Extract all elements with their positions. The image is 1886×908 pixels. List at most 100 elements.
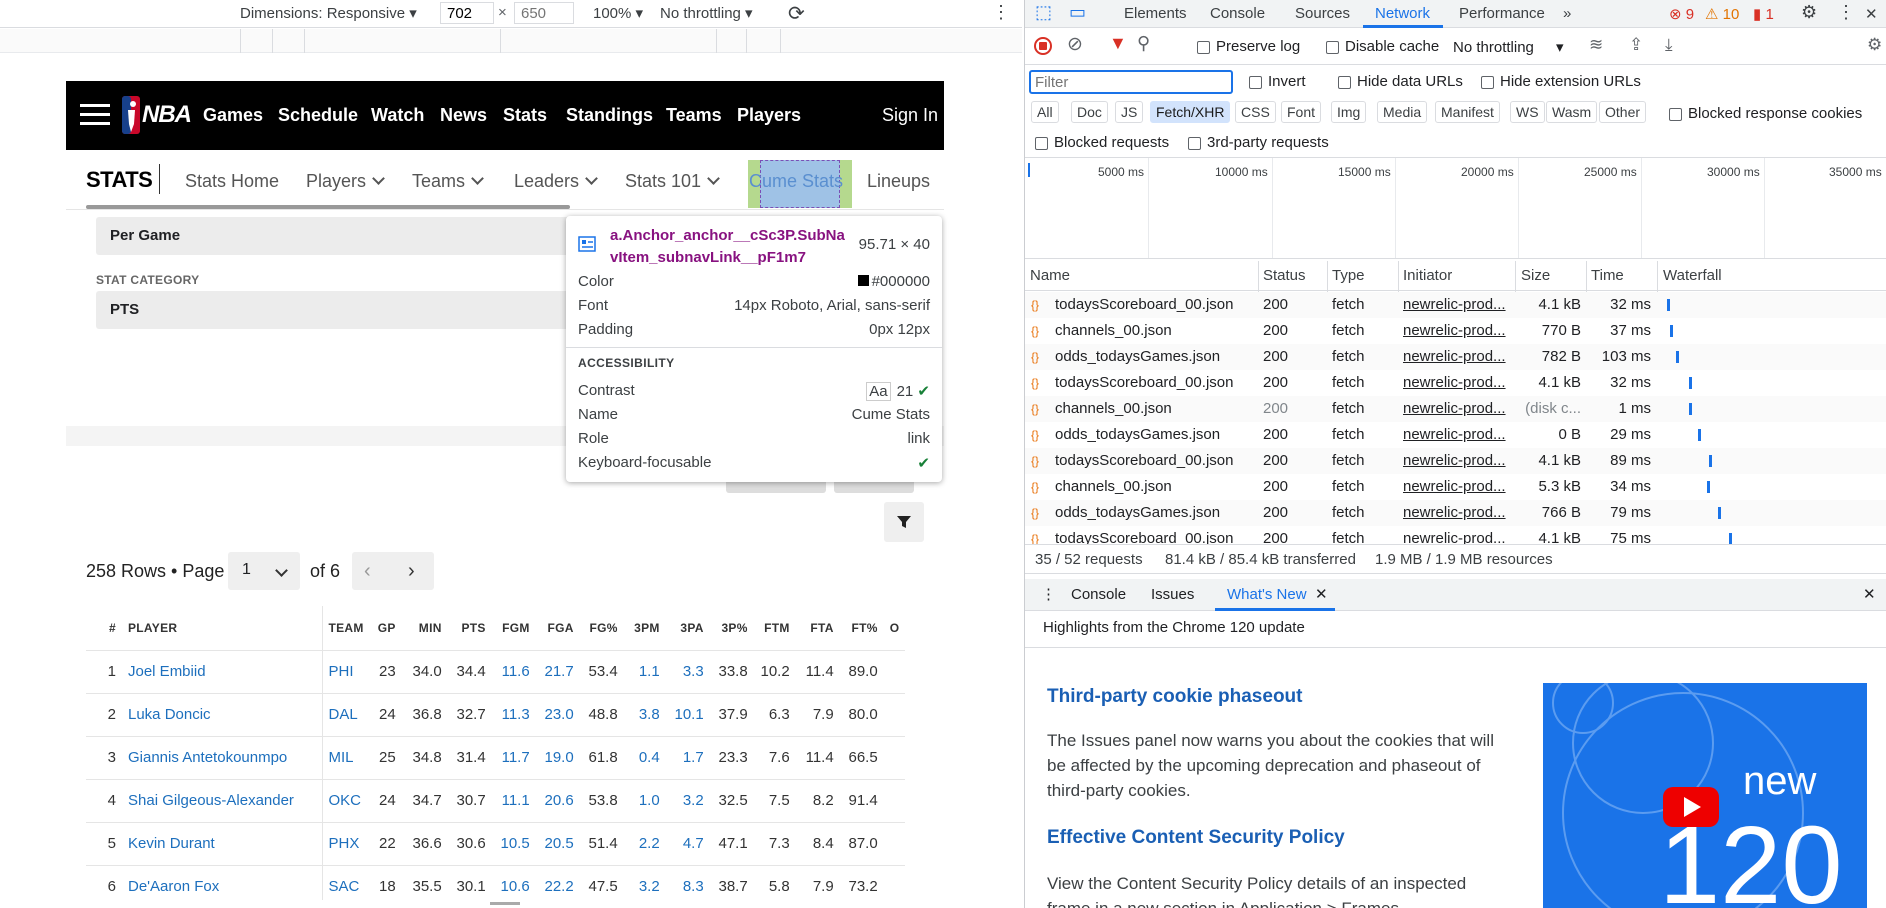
stat-link-cell[interactable]: 20.5	[535, 821, 580, 865]
subnav-scrollbar[interactable]	[86, 205, 570, 209]
filter-button[interactable]	[884, 502, 924, 542]
network-conditions-icon[interactable]: ≋	[1589, 35, 1603, 55]
subnav-players[interactable]: Players	[306, 171, 385, 192]
hamburger-menu-icon[interactable]	[80, 104, 110, 126]
col-initiator[interactable]: Initiator	[1403, 267, 1452, 284]
subnav-cume-stats[interactable]: Cume Stats	[749, 171, 843, 192]
nav-watch[interactable]: Watch	[371, 105, 424, 126]
tab-performance[interactable]: Performance	[1459, 5, 1545, 22]
nav-players[interactable]: Players	[737, 105, 801, 126]
player-name-link[interactable]: Joel Embiid	[122, 649, 322, 693]
col-size[interactable]: Size	[1521, 267, 1550, 284]
rotate-icon[interactable]: ⟳	[788, 1, 805, 26]
subnav-teams[interactable]: Teams	[412, 171, 484, 192]
col-min[interactable]: MIN	[402, 606, 448, 650]
more-tabs-icon[interactable]: »	[1563, 5, 1571, 22]
stat-link-cell[interactable]: 21.7	[535, 649, 580, 693]
subnav-lineups[interactable]: Lineups	[867, 171, 930, 192]
player-name-link[interactable]: Kevin Durant	[122, 821, 322, 865]
chip-media[interactable]: Media	[1377, 101, 1428, 123]
error-count[interactable]: ⊗ 9	[1669, 5, 1694, 23]
request-row[interactable]: {} todaysScoreboard_00.json 200 fetch newrel…	[1025, 448, 1886, 474]
col-gp[interactable]: GP	[370, 606, 402, 650]
hide-ext-urls-checkbox[interactable]: Hide extension URLs	[1481, 73, 1641, 90]
chip-all[interactable]: All	[1031, 101, 1059, 123]
chip-fetch-xhr[interactable]: Fetch/XHR	[1150, 101, 1231, 123]
clear-log-icon[interactable]: ⊘	[1067, 33, 1083, 56]
request-row[interactable]: {} odds_todaysGames.json 200 fetch newrelic-…	[1025, 422, 1886, 448]
next-page-icon[interactable]: ›	[408, 560, 415, 583]
disable-cache-checkbox[interactable]: Disable cache	[1326, 38, 1439, 55]
hide-data-urls-checkbox[interactable]: Hide data URLs	[1338, 73, 1463, 90]
blocked-cookies-checkbox[interactable]: Blocked response cookies	[1669, 105, 1862, 122]
col-ftm[interactable]: FTM	[754, 606, 796, 650]
zoom-dropdown[interactable]: 100% ▾	[593, 4, 643, 22]
nav-news[interactable]: News	[440, 105, 487, 126]
player-name-link[interactable]: Shai Gilgeous-Alexander	[122, 778, 322, 822]
request-initiator[interactable]: newrelic-prod...	[1403, 478, 1506, 495]
col-pts[interactable]: PTS	[448, 606, 492, 650]
team-link[interactable]: OKC	[321, 778, 370, 822]
nav-teams[interactable]: Teams	[666, 105, 722, 126]
chip-js[interactable]: JS	[1115, 101, 1144, 123]
chip-doc[interactable]: Doc	[1071, 101, 1108, 123]
team-link[interactable]: PHX	[321, 821, 370, 865]
request-initiator[interactable]: newrelic-prod...	[1403, 296, 1506, 313]
bottom-resize-handle[interactable]	[490, 902, 520, 905]
stat-link-cell[interactable]: 3.2	[665, 778, 710, 822]
team-link[interactable]: DAL	[321, 692, 370, 736]
nav-schedule[interactable]: Schedule	[278, 105, 358, 126]
col-ftpct[interactable]: FT%	[840, 606, 884, 650]
network-throttling-dropdown[interactable]: No throttling ▾	[1453, 38, 1564, 56]
dimensions-dropdown[interactable]: Dimensions: Responsive ▾	[240, 4, 417, 22]
col-type[interactable]: Type	[1332, 267, 1365, 284]
request-initiator[interactable]: newrelic-prod...	[1403, 530, 1506, 544]
stat-link-cell[interactable]: 19.0	[535, 735, 580, 779]
col-waterfall[interactable]: Waterfall	[1663, 267, 1722, 284]
stat-link-cell[interactable]: 11.1	[491, 778, 536, 822]
player-name-link[interactable]: Luka Doncic	[122, 692, 322, 736]
page-select[interactable]: 1	[228, 552, 300, 590]
import-har-icon[interactable]: ⇪	[1629, 35, 1643, 55]
stat-link-cell[interactable]: 4.7	[665, 821, 710, 865]
inspect-element-icon[interactable]: ⬚	[1035, 2, 1052, 23]
stat-link-cell[interactable]: 1.7	[665, 735, 710, 779]
request-row[interactable]: {} todaysScoreboard_00.json 200 fetch newrel…	[1025, 370, 1886, 396]
request-initiator[interactable]: newrelic-prod...	[1403, 504, 1506, 521]
search-icon[interactable]: ⚲	[1137, 33, 1150, 54]
warning-count[interactable]: ⚠ 10	[1705, 5, 1739, 23]
third-party-checkbox[interactable]: 3rd-party requests	[1188, 134, 1329, 151]
subnav-stats-101[interactable]: Stats 101	[625, 171, 720, 192]
stat-link-cell[interactable]: 23.0	[535, 692, 580, 736]
subnav-leaders[interactable]: Leaders	[514, 171, 598, 192]
request-initiator[interactable]: newrelic-prod...	[1403, 426, 1506, 443]
col-rank[interactable]: #	[86, 606, 122, 650]
whats-new-title-2[interactable]: Effective Content Security Policy	[1047, 827, 1345, 849]
col-team[interactable]: TEAM	[321, 606, 370, 650]
col-3ppct[interactable]: 3P%	[710, 606, 754, 650]
tab-console[interactable]: Console	[1210, 5, 1265, 22]
player-name-link[interactable]: Giannis Antetokounmpo	[122, 735, 322, 779]
issue-count[interactable]: ▮ 1	[1753, 5, 1774, 23]
settings-gear-icon[interactable]: ⚙	[1801, 2, 1817, 23]
chip-img[interactable]: Img	[1331, 101, 1367, 123]
stat-link-cell[interactable]: 11.3	[491, 692, 536, 736]
stat-link-cell[interactable]: 10.5	[491, 821, 536, 865]
request-row[interactable]: {} odds_todaysGames.json 200 fetch newrelic-…	[1025, 500, 1886, 526]
tab-sources[interactable]: Sources	[1295, 5, 1350, 22]
whats-new-title-1[interactable]: Third-party cookie phaseout	[1047, 686, 1302, 708]
stat-link-cell[interactable]: 11.7	[491, 735, 536, 779]
team-link[interactable]: PHI	[321, 649, 370, 693]
subnav-stats-home[interactable]: Stats Home	[185, 171, 279, 192]
tab-elements[interactable]: Elements	[1124, 5, 1187, 22]
chip-font[interactable]: Font	[1281, 101, 1322, 123]
drawer-tab-whats-new[interactable]: What's New	[1227, 586, 1307, 603]
col-time[interactable]: Time	[1591, 267, 1624, 284]
chrome-release-video[interactable]: new 120	[1543, 683, 1867, 908]
drawer-menu-icon[interactable]: ⋮	[1041, 585, 1056, 603]
request-initiator[interactable]: newrelic-prod...	[1403, 348, 1506, 365]
filter-funnel-icon[interactable]: ▼	[1109, 33, 1127, 54]
width-input[interactable]	[440, 2, 494, 24]
chip-css[interactable]: CSS	[1235, 101, 1276, 123]
devtools-menu-icon[interactable]: ⋮	[1837, 2, 1855, 23]
